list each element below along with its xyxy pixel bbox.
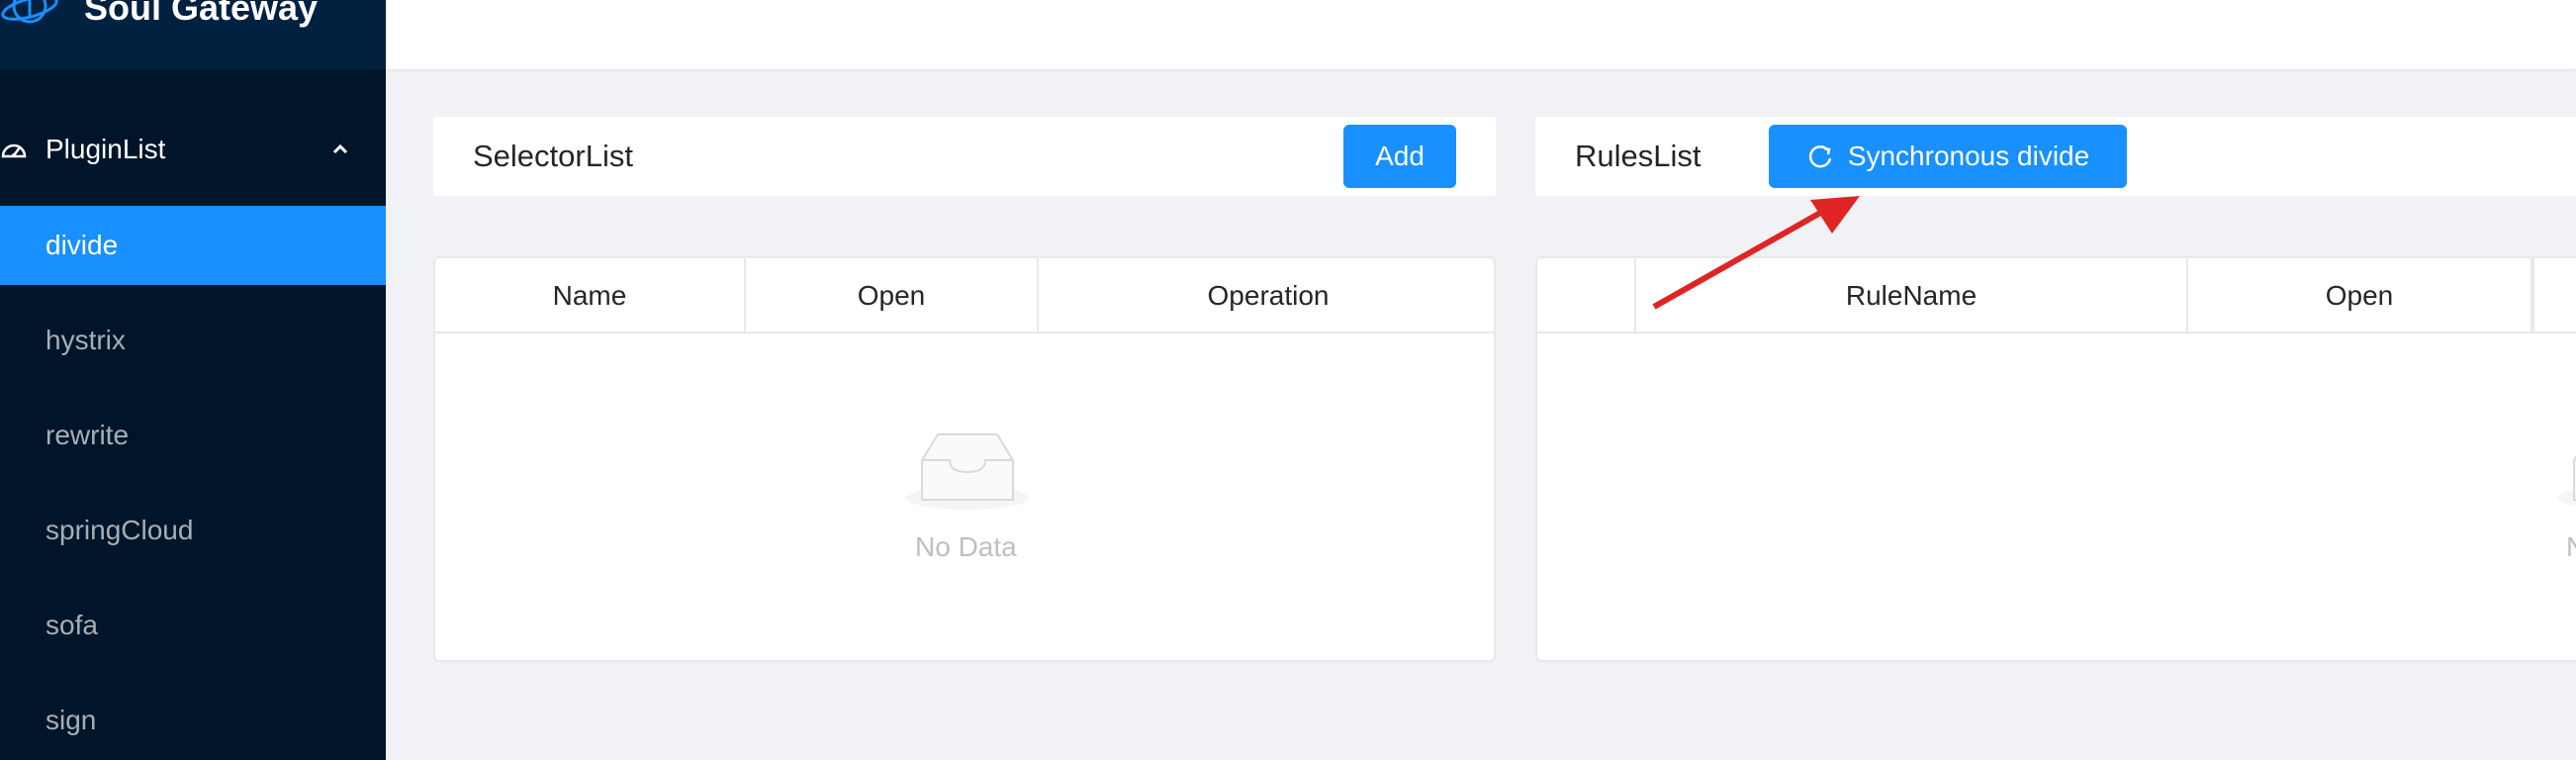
sidebar-item-label: divide (46, 230, 119, 260)
sidebar-item-label: sign (46, 705, 97, 735)
rules-toolbar: RulesList Synchronous divide (1535, 117, 2576, 196)
submenu-label: PluginList (46, 134, 166, 164)
selector-toolbar: SelectorList Add (433, 117, 1496, 196)
rules-table-header: RuleName Open (1537, 258, 2576, 333)
empty-inbox-icon (906, 433, 1029, 510)
column-header-rulename: RuleName (1636, 258, 2188, 333)
sync-icon (1808, 145, 1832, 168)
column-header-open: Open (2188, 258, 2532, 333)
sync-button-label: Synchronous divide (1847, 141, 2090, 171)
sidebar-item-divide[interactable]: divide (0, 206, 386, 285)
add-selector-button[interactable]: Add (1343, 125, 1456, 188)
column-header-operation: Operation (1207, 280, 1330, 311)
dashboard-icon (1, 143, 27, 158)
synchronous-divide-button[interactable]: Synchronous divide (1769, 125, 2127, 188)
column-header-partial (2532, 258, 2576, 333)
logo-bar: Soul Gateway (0, 0, 386, 69)
column-header-name: Name (435, 258, 746, 333)
sidebar-item-label: hystrix (46, 325, 126, 355)
sidebar-item-label: springCloud (46, 515, 194, 545)
selector-table-header: Name Open Operation (435, 258, 1494, 333)
rules-table: RuleName Open No Data (1535, 256, 2576, 662)
selector-table: Name Open Operation No Data (433, 256, 1496, 662)
empty-text: No Data (915, 531, 1017, 562)
column-header-open: Open (746, 258, 1039, 333)
planet-logo-icon (1, 0, 58, 24)
empty-inbox-icon (2558, 454, 2576, 507)
app-title: Soul Gateway (84, 0, 319, 28)
submenu-plugin-list[interactable]: PluginList (0, 121, 386, 178)
sidebar-item-hystrix[interactable]: hystrix (0, 301, 386, 380)
top-header (386, 0, 2576, 69)
sidebar-item-rewrite[interactable]: rewrite (0, 396, 386, 475)
selector-list-title: SelectorList (473, 139, 633, 173)
sidebar: Soul Gateway PluginList divide hystrix r… (0, 0, 386, 760)
rules-list-title: RulesList (1575, 139, 1702, 173)
sidebar-item-label: sofa (46, 610, 98, 640)
column-header-select (1537, 258, 1636, 333)
sidebar-item-label: rewrite (46, 420, 130, 450)
sidebar-item-sign[interactable]: sign (0, 681, 386, 760)
sidebar-item-sofa[interactable]: sofa (0, 586, 386, 665)
sidebar-item-springcloud[interactable]: springCloud (0, 491, 386, 570)
chevron-up-icon (332, 143, 348, 154)
empty-text: No Data (2566, 531, 2576, 563)
